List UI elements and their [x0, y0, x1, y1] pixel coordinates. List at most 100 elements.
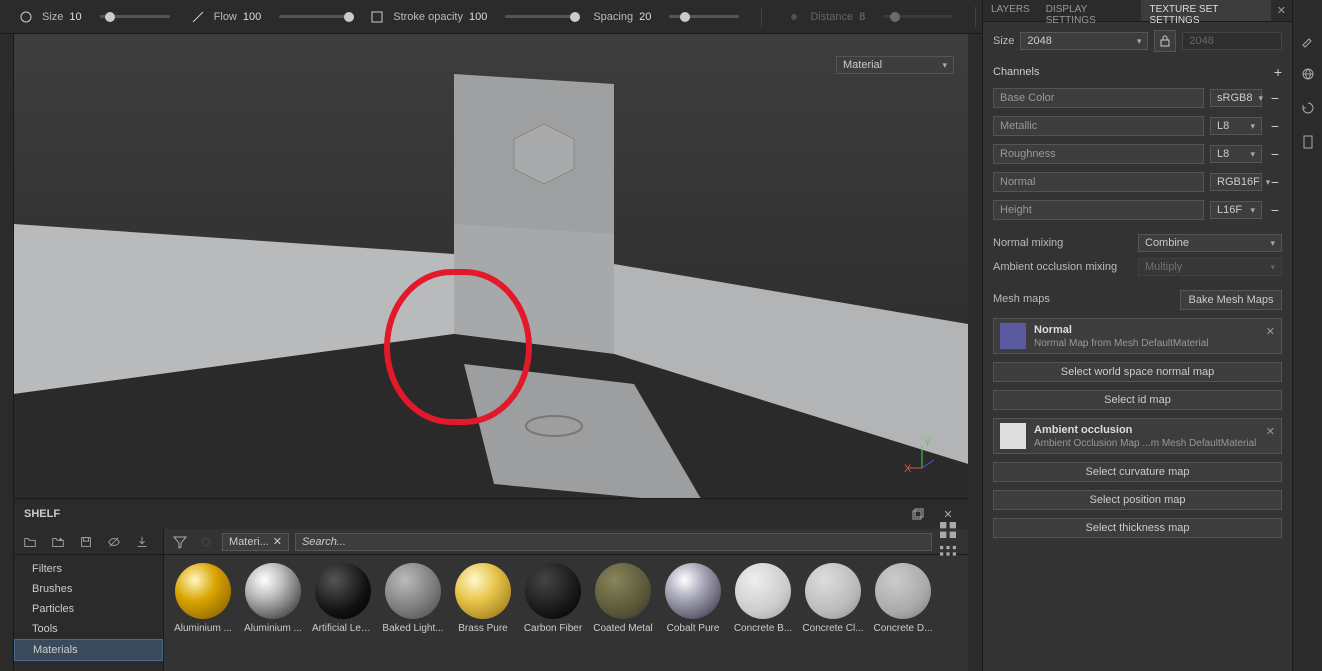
brush-tip-icon [16, 7, 36, 27]
channel-height-format[interactable]: L16F▾ [1210, 201, 1262, 219]
select-id-map-button[interactable]: Select id map [993, 390, 1282, 410]
filter-icon[interactable] [170, 532, 190, 552]
viewport-material-dropdown[interactable]: Material ▾ [836, 56, 954, 74]
annotation-circle [384, 269, 532, 425]
normal-mixing-label: Normal mixing [993, 237, 1132, 249]
spacing-slider[interactable] [669, 15, 739, 18]
close-icon[interactable]: ✕ [1271, 0, 1292, 21]
mesh-maps-label: Mesh maps [993, 293, 1174, 305]
channel-metallic-format[interactable]: L8▾ [1210, 117, 1262, 135]
mesh-map-ao[interactable]: Ambient occlusion Ambient Occlusion Map … [993, 418, 1282, 454]
material-item[interactable]: Aluminium ... [172, 563, 234, 634]
globe-icon[interactable] [1298, 64, 1318, 84]
close-icon[interactable]: ✕ [1266, 425, 1275, 438]
material-item[interactable]: Concrete D... [872, 563, 934, 634]
svg-text:Y: Y [924, 438, 932, 449]
size-slider[interactable] [100, 15, 170, 18]
material-item[interactable]: Carbon Fiber [522, 563, 584, 634]
close-icon[interactable]: ✕ [1266, 325, 1275, 338]
material-item[interactable]: Concrete Cl... [802, 563, 864, 634]
shelf-cat-tools[interactable]: Tools [14, 619, 163, 639]
right-tool-strip [1292, 0, 1322, 671]
stroke-opacity-value: 100 [469, 11, 487, 23]
channel-base-color[interactable]: Base Color [993, 88, 1204, 108]
normal-map-title: Normal [1034, 324, 1209, 336]
filter-chip-materials[interactable]: Materi...✕ [222, 533, 289, 551]
document-icon[interactable] [1298, 132, 1318, 152]
material-item[interactable]: Concrete B... [732, 563, 794, 634]
flow-icon [188, 7, 208, 27]
shelf-title: SHELF [24, 508, 60, 520]
normal-map-thumb [1000, 323, 1026, 349]
size-dropdown[interactable]: 2048▾ [1020, 32, 1148, 50]
size-value: 10 [69, 11, 81, 23]
size-label: Size [993, 35, 1014, 47]
bake-mesh-maps-button[interactable]: Bake Mesh Maps [1180, 290, 1282, 310]
shelf-cat-materials[interactable]: Materials [14, 639, 163, 661]
channel-base-color-format[interactable]: sRGB8▾ [1210, 89, 1262, 107]
material-item[interactable]: Cobalt Pure [662, 563, 724, 634]
panel-tabs: LAYERS DISPLAY SETTINGS TEXTURE SET SETT… [983, 0, 1292, 22]
chevron-down-icon: ▾ [942, 60, 947, 71]
shelf-cat-particles[interactable]: Particles [14, 599, 163, 619]
brush-icon[interactable] [1298, 30, 1318, 50]
tab-display-settings[interactable]: DISPLAY SETTINGS [1038, 0, 1142, 21]
select-thickness-map-button[interactable]: Select thickness map [993, 518, 1282, 538]
remove-channel-icon[interactable]: − [1268, 202, 1282, 218]
remove-channel-icon[interactable]: − [1268, 90, 1282, 106]
select-world-space-normal-map-button[interactable]: Select world space normal map [993, 362, 1282, 382]
size-locked-value: 2048 [1182, 32, 1282, 50]
shelf-cat-brushes[interactable]: Brushes [14, 579, 163, 599]
save-icon[interactable] [76, 532, 96, 552]
material-dropdown-label: Material [843, 59, 882, 71]
material-item[interactable]: Artificial Lea... [312, 563, 374, 634]
shelf-cat-filters[interactable]: Filters [14, 559, 163, 579]
material-item[interactable]: Brass Pure [452, 563, 514, 634]
select-curvature-map-button[interactable]: Select curvature map [993, 462, 1282, 482]
new-folder-icon[interactable] [48, 532, 68, 552]
restore-icon[interactable] [908, 504, 928, 524]
normal-map-sub: Normal Map from Mesh DefaultMaterial [1034, 338, 1209, 349]
eye-off-icon[interactable] [104, 532, 124, 552]
mesh-map-normal[interactable]: Normal Normal Map from Mesh DefaultMater… [993, 318, 1282, 354]
distance-icon [784, 7, 804, 27]
ao-mixing-label: Ambient occlusion mixing [993, 261, 1132, 273]
remove-channel-icon[interactable]: − [1268, 146, 1282, 162]
close-icon[interactable]: ✕ [273, 535, 282, 548]
folder-icon[interactable] [20, 532, 40, 552]
material-item[interactable]: Baked Light... [382, 563, 444, 634]
select-position-map-button[interactable]: Select position map [993, 490, 1282, 510]
materials-grid: Aluminium ... Aluminium ... Artificial L… [164, 555, 968, 671]
ao-map-thumb [1000, 423, 1026, 449]
tab-layers[interactable]: LAYERS [983, 0, 1038, 21]
size-label: Size [42, 11, 63, 23]
normal-mixing-dropdown[interactable]: Combine▾ [1138, 234, 1282, 252]
channel-metallic[interactable]: Metallic [993, 116, 1204, 136]
grid-large-icon[interactable] [938, 520, 958, 540]
search-input[interactable]: Search... [295, 533, 932, 551]
material-item[interactable]: Coated Metal [592, 563, 654, 634]
lock-icon[interactable] [1154, 30, 1176, 52]
channel-height[interactable]: Height [993, 200, 1204, 220]
ao-map-sub: Ambient Occlusion Map ...m Mesh DefaultM… [1034, 438, 1256, 449]
3d-viewport[interactable]: XY Material ▾ [14, 34, 968, 498]
shelf-panel: SHELF ✕ Filters Brushes Particles Tools … [14, 498, 968, 671]
channel-roughness-format[interactable]: L8▾ [1210, 145, 1262, 163]
channel-roughness[interactable]: Roughness [993, 144, 1204, 164]
history-icon[interactable] [1298, 98, 1318, 118]
spacing-label: Spacing [593, 11, 633, 23]
tab-texture-set-settings[interactable]: TEXTURE SET SETTINGS [1141, 0, 1270, 21]
channel-normal-format[interactable]: RGB16F▾ [1210, 173, 1262, 191]
material-item[interactable]: Aluminium ... [242, 563, 304, 634]
flow-slider[interactable] [279, 15, 349, 18]
axis-gizmo: XY [904, 438, 940, 474]
channel-normal[interactable]: Normal [993, 172, 1204, 192]
add-channel-icon[interactable]: + [1274, 64, 1282, 80]
scene-render: XY [14, 34, 968, 498]
remove-channel-icon[interactable]: − [1268, 174, 1282, 190]
refresh-icon [196, 532, 216, 552]
opacity-slider[interactable] [505, 15, 575, 18]
import-icon[interactable] [132, 532, 152, 552]
remove-channel-icon[interactable]: − [1268, 118, 1282, 134]
right-panel: LAYERS DISPLAY SETTINGS TEXTURE SET SETT… [982, 0, 1322, 671]
